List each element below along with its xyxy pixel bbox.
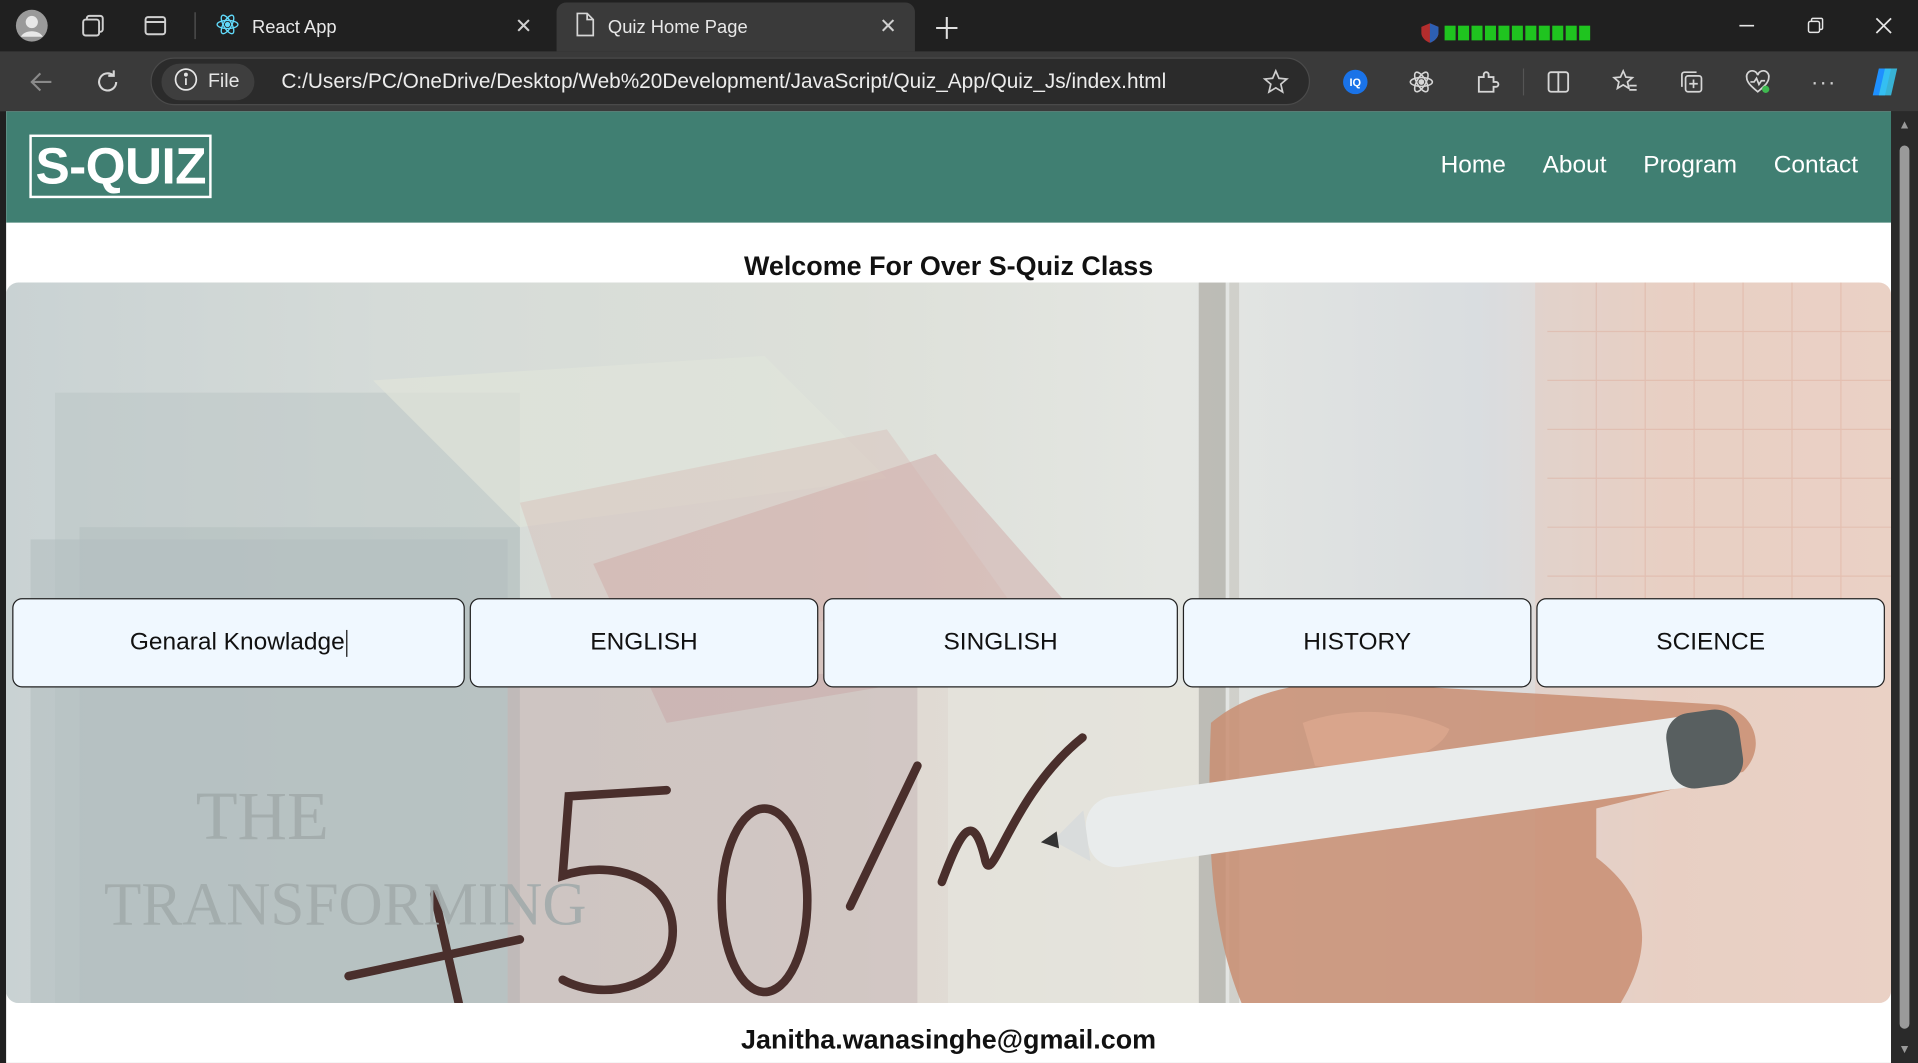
subject-label: SCIENCE: [1656, 628, 1766, 656]
subject-button-english[interactable]: ENGLISH: [469, 598, 819, 688]
tab-strip: React App ✕ Quiz Home Page ✕ ＋: [0, 0, 1918, 52]
close-tab-icon[interactable]: ✕: [876, 15, 900, 39]
url-text[interactable]: C:/Users/PC/OneDrive/Desktop/Web%20Devel…: [281, 70, 1166, 94]
profile-avatar-icon[interactable]: [15, 9, 49, 43]
footer-email[interactable]: Janitha.wanasinghe@gmail.com: [6, 1024, 1891, 1056]
minimize-icon[interactable]: [1719, 5, 1775, 47]
tabstrip-divider: [194, 12, 196, 40]
scroll-thumb[interactable]: [1899, 145, 1910, 1029]
scheme-label: File: [207, 70, 240, 92]
subject-button-singlish[interactable]: SINGLISH: [823, 598, 1178, 688]
back-icon[interactable]: [23, 64, 60, 101]
browser-essentials-icon[interactable]: [1739, 64, 1776, 101]
subject-label: Genaral Knowladge: [129, 628, 345, 656]
close-tab-icon[interactable]: ✕: [511, 15, 535, 39]
shield-icon: [1421, 23, 1439, 43]
refresh-icon[interactable]: [89, 64, 126, 101]
page-scrollbar[interactable]: ▲ ▼: [1891, 111, 1918, 1063]
subject-button-general-knowledge[interactable]: Genaral Knowladge: [12, 598, 465, 688]
toolbar-divider: [1522, 68, 1525, 96]
collections-icon[interactable]: [1673, 64, 1710, 101]
tab-title: React App: [251, 16, 337, 38]
split-screen-icon[interactable]: [1540, 64, 1577, 101]
subject-button-science[interactable]: SCIENCE: [1536, 598, 1885, 688]
welcome-heading: Welcome For Over S-Quiz Class: [743, 250, 1154, 282]
nav-link-contact[interactable]: Contact: [1774, 152, 1858, 180]
site-logo[interactable]: S-QUIZ: [29, 134, 213, 199]
tab-title: Quiz Home Page: [607, 16, 748, 38]
subject-label: HISTORY: [1303, 628, 1412, 656]
react-devtools-icon[interactable]: [1403, 64, 1440, 101]
svg-text:IQ: IQ: [1349, 77, 1361, 89]
copilot-icon[interactable]: [1867, 64, 1904, 101]
site-info-button[interactable]: File: [161, 63, 255, 101]
new-tab-icon[interactable]: ＋: [930, 9, 964, 46]
extension-blue-icon[interactable]: IQ: [1337, 64, 1374, 101]
nav-link-about[interactable]: About: [1543, 152, 1607, 180]
info-icon: [174, 67, 198, 98]
tab-quiz-home[interactable]: Quiz Home Page ✕: [556, 2, 915, 52]
svg-text:TRANSFORMING: TRANSFORMING: [104, 871, 587, 939]
site-header: S-QUIZ Home About Program Contact: [6, 111, 1892, 223]
address-bar[interactable]: File C:/Users/PC/OneDrive/Desktop/Web%20…: [150, 57, 1311, 106]
page-viewport: S-QUIZ Home About Program Contact Welcom…: [6, 111, 1892, 1063]
main-nav: Home About Program Contact: [1441, 152, 1858, 180]
favorites-icon[interactable]: [1607, 64, 1644, 101]
scroll-up-icon[interactable]: ▲: [1897, 119, 1912, 134]
progress-segments: [1444, 25, 1591, 41]
browser-toolbar: File C:/Users/PC/OneDrive/Desktop/Web%20…: [0, 51, 1918, 112]
favorite-star-icon[interactable]: [1262, 68, 1289, 101]
tab-actions-icon[interactable]: [138, 9, 172, 43]
subject-label: ENGLISH: [590, 628, 698, 656]
restore-icon[interactable]: [1787, 5, 1843, 47]
tab-react-app[interactable]: React App ✕: [198, 2, 550, 51]
workspaces-icon[interactable]: [76, 9, 110, 43]
svg-text:THE: THE: [196, 778, 329, 854]
extension-status-bar: [1419, 22, 1591, 44]
extensions-puzzle-icon[interactable]: [1469, 64, 1506, 101]
react-logo-icon: [215, 12, 239, 41]
page-icon: [574, 12, 596, 41]
close-window-icon[interactable]: [1856, 5, 1912, 47]
subject-button-history[interactable]: HISTORY: [1182, 598, 1532, 688]
subject-label: SINGLISH: [943, 628, 1058, 656]
nav-link-home[interactable]: Home: [1441, 152, 1506, 180]
text-cursor: [345, 629, 348, 657]
more-menu-icon[interactable]: ···: [1805, 64, 1842, 101]
nav-link-program[interactable]: Program: [1643, 152, 1737, 180]
scroll-down-icon[interactable]: ▼: [1897, 1043, 1912, 1058]
